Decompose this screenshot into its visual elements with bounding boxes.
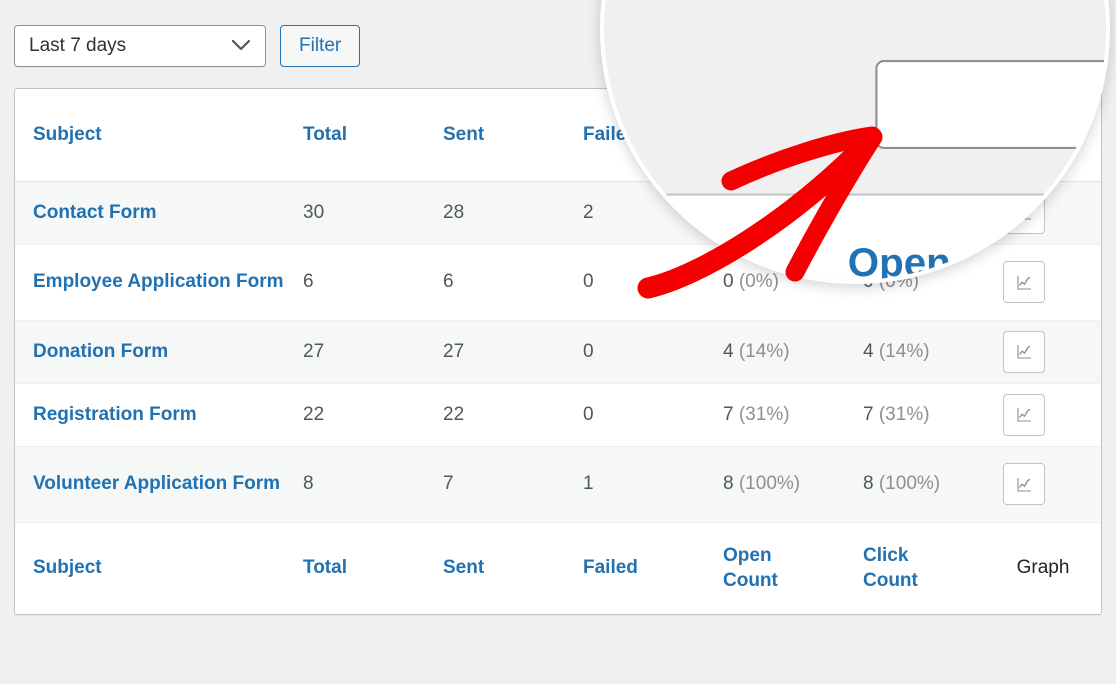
cell-open-count: 4 (14%)	[705, 320, 845, 384]
cell-sent: 27	[425, 320, 565, 384]
cell-open-count: 8 (100%)	[705, 446, 845, 523]
cell-failed: 0	[565, 383, 705, 447]
cell-total: 8	[285, 446, 425, 523]
header-open-count-line1: Open	[847, 242, 951, 284]
table-foot: Subject Total Sent Failed Open Count Cli…	[15, 522, 1101, 614]
click-count-value: 4	[863, 340, 874, 362]
table-row[interactable]: Registration Form 22 22 0 7 (31%) 7 (31%)	[15, 383, 1101, 447]
open-count-percent: (100%)	[738, 473, 801, 494]
header-failed[interactable]: Failed	[604, 196, 810, 280]
footer-failed[interactable]: Failed	[565, 522, 705, 614]
footer-click-count-line2: Count	[863, 570, 918, 592]
cell-total: 6	[285, 244, 425, 321]
table-row[interactable]: Donation Form 27 27 0 4 (14%) 4 (14%)	[15, 320, 1101, 384]
cell-failed: 0	[565, 320, 705, 384]
email-stats-table: Subject Total Sent Failed Open Count Cli…	[604, 196, 1106, 284]
subject-link[interactable]: Employee Application Form	[33, 269, 284, 294]
footer-click-count-line1: Click	[863, 544, 909, 566]
line-chart-icon[interactable]	[1003, 330, 1045, 373]
cell-graph	[985, 320, 1101, 384]
footer-graph: Graph	[1016, 557, 1070, 579]
footer-open-count[interactable]: Open Count	[705, 522, 845, 614]
click-count-value: 7	[863, 403, 874, 425]
search-input[interactable]	[874, 59, 1106, 149]
cell-graph	[985, 446, 1101, 523]
cell-click-count: 8 (100%)	[845, 446, 985, 523]
cell-sent: 6	[425, 244, 565, 321]
header-sent[interactable]: Sent	[425, 89, 565, 181]
date-range-value: Last 7 days	[29, 35, 127, 56]
table-row[interactable]: Volunteer Application Form 8 7 1 8 (100%) 8 (…	[15, 446, 1101, 523]
cell-total: 27	[285, 320, 425, 384]
cell-sent: 28	[425, 181, 565, 245]
footer-open-count-line1: Open	[723, 544, 772, 566]
footer-open-count-line2: Count	[723, 570, 778, 592]
open-count-value: 8	[723, 473, 734, 494]
cell-subject: Employee Application Form	[15, 244, 285, 321]
click-count-percent: (14%)	[878, 340, 930, 362]
click-count-percent: (100%)	[878, 473, 941, 494]
date-range-select[interactable]: Last 7 days	[14, 25, 266, 67]
cell-total: 30	[285, 181, 425, 245]
table-head: Subject Total Sent Failed Open Count Cli…	[604, 196, 1106, 284]
magnifier-content: Last 7 days Filter Search Emails Subject…	[604, 7, 1106, 284]
chevron-down-icon	[231, 39, 251, 54]
subject-link[interactable]: Donation Form	[33, 339, 168, 364]
cell-click-count: 4 (14%)	[845, 320, 985, 384]
line-chart-icon[interactable]	[1003, 393, 1045, 436]
cell-graph	[985, 383, 1101, 447]
cell-open-count: 7 (31%)	[705, 383, 845, 447]
subject-link[interactable]: Volunteer Application Form	[33, 471, 280, 496]
open-count-value: 4	[723, 340, 734, 362]
cell-total: 22	[285, 383, 425, 447]
cell-subject: Volunteer Application Form	[15, 446, 285, 523]
cell-subject: Registration Form	[15, 383, 285, 447]
footer-total[interactable]: Total	[285, 522, 425, 614]
click-count-value: 8	[863, 473, 874, 494]
table-footer-row: Subject Total Sent Failed Open Count Cli…	[15, 522, 1101, 614]
magnifier-lens: Last 7 days Filter Search Emails Subject…	[600, 0, 1110, 284]
table-header-row: Subject Total Sent Failed Open Count Cli…	[604, 196, 1106, 284]
open-count-percent: (31%)	[738, 403, 790, 425]
line-chart-icon[interactable]	[1003, 463, 1045, 505]
filter-button[interactable]: Filter	[280, 25, 361, 67]
cell-failed: 1	[565, 446, 705, 523]
cell-subject: Contact Form	[15, 181, 285, 245]
cell-click-count: 7 (31%)	[845, 383, 985, 447]
email-stats-table-card: Subject Total Sent Failed Open Count Cli…	[604, 193, 1106, 284]
footer-click-count[interactable]: Click Count	[845, 522, 985, 614]
header-open-count[interactable]: Open Count	[810, 196, 1106, 284]
header-total[interactable]: Total	[285, 89, 425, 181]
cell-subject: Donation Form	[15, 320, 285, 384]
header-subject[interactable]: Subject	[15, 89, 285, 181]
open-count-value: 7	[723, 403, 734, 425]
subject-link[interactable]: Contact Form	[33, 200, 157, 225]
cell-sent: 22	[425, 383, 565, 447]
click-count-percent: (31%)	[878, 403, 930, 425]
footer-sent[interactable]: Sent	[425, 522, 565, 614]
filter-toolbar: Last 7 days Filter	[14, 25, 361, 67]
subject-link[interactable]: Registration Form	[33, 402, 197, 427]
open-count-percent: (14%)	[738, 340, 790, 362]
footer-subject[interactable]: Subject	[15, 522, 285, 614]
search-emails-row: Search Emails	[874, 59, 1106, 149]
cell-sent: 7	[425, 446, 565, 523]
